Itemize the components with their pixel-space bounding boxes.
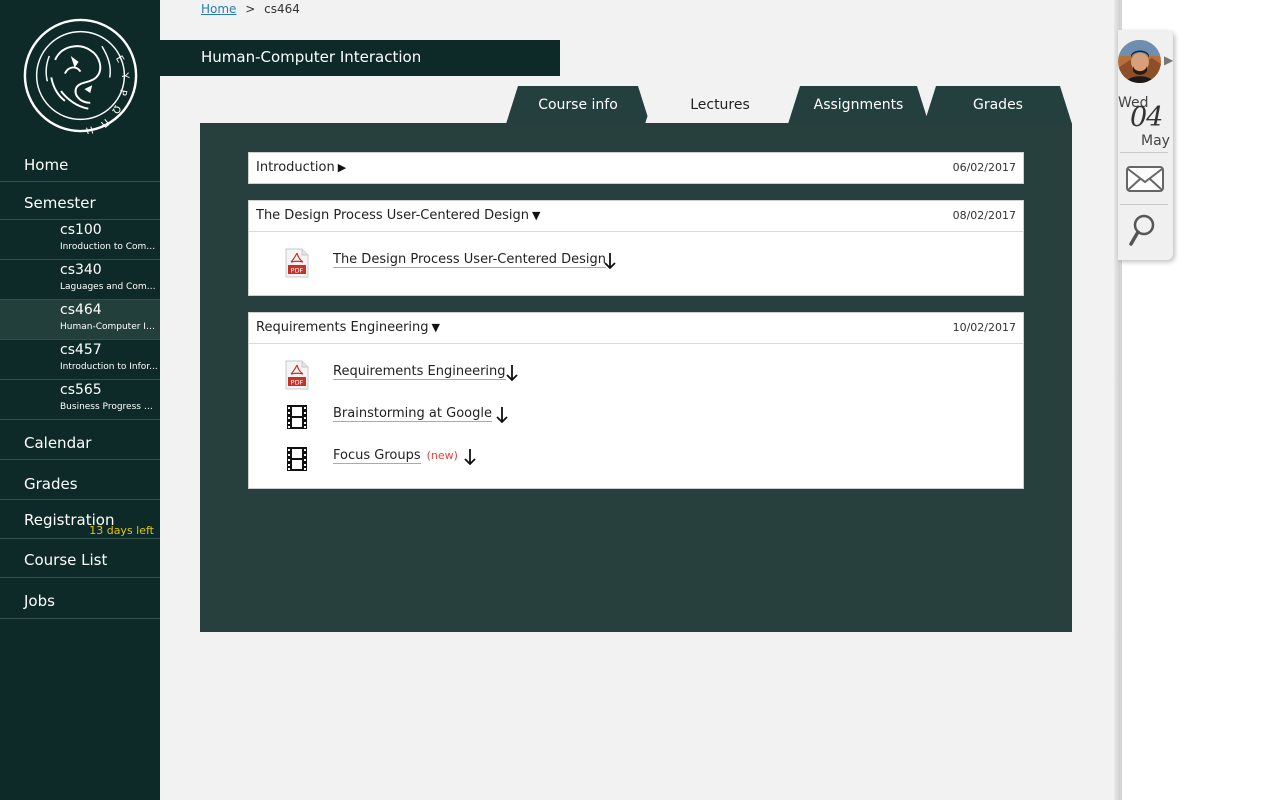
sidebar-course-cs340[interactable]: cs340 Laguages and Compi... [0,260,160,300]
course-code: cs340 [60,262,102,278]
tab-label: Grades [973,97,1023,113]
nav-course-list-label: Course List [24,551,108,569]
pdf-icon: PDF [285,248,309,278]
sidebar: E Y P Ω Π H Home Semester cs100 Inroduct… [0,0,160,800]
tab-lectures[interactable]: Lectures [645,86,795,124]
pdf-icon: PDF [285,360,309,390]
course-name: Inroduction to Comp... [60,242,158,252]
university-logo[interactable]: E Y P Ω Π H [22,17,139,134]
tab-label: Course info [538,97,618,113]
file-row: PDF The Design Process User-Centered Des… [249,242,1023,284]
course-title: Human-Computer Interaction [201,48,422,66]
nav-calendar[interactable]: Calendar [0,420,160,460]
main-content: Home > cs464 Human-Computer Interaction … [160,0,1120,800]
breadcrumb: Home > cs464 [201,2,300,16]
lecture-title: The Design Process User-Centered Design ▼ [256,208,541,223]
course-name: Business Progress M... [60,402,158,412]
tab-assignments[interactable]: Assignments [788,86,929,124]
file-link[interactable]: Focus Groups [333,448,421,464]
expand-arrow-icon: ▶ [337,161,347,174]
lecture-section: Introduction ▶ 06/02/2017 [248,152,1024,184]
nav-home[interactable]: Home [0,146,160,182]
svg-text:Ω: Ω [109,103,123,115]
tab-label: Lectures [690,97,750,113]
sidebar-course-cs464[interactable]: cs464 Human-Computer In... [0,300,160,340]
lecture-date: 10/02/2017 [952,321,1016,334]
download-icon[interactable] [463,447,477,467]
breadcrumb-separator: > [245,2,256,16]
sidebar-course-cs565[interactable]: cs565 Business Progress M... [0,380,160,420]
download-icon[interactable] [495,405,509,425]
course-title-bar: Human-Computer Interaction [160,40,560,76]
date-month: May [1141,133,1170,149]
tab-grades[interactable]: Grades [924,86,1072,124]
sidebar-course-cs457[interactable]: cs457 Introduction to Infor... [0,340,160,380]
nav-home-label: Home [24,156,69,174]
nav-registration[interactable]: Registration 13 days left [0,500,160,539]
user-widget: ▶ Wed 04 May [1118,30,1173,260]
download-icon[interactable] [603,251,617,271]
widget-divider [1120,204,1168,205]
widget-divider [1120,152,1168,153]
file-link[interactable]: Brainstorming at Google [333,406,492,422]
svg-text:E: E [113,54,126,65]
course-code: cs565 [60,382,102,398]
file-link[interactable]: The Design Process User-Centered Design [333,252,606,268]
course-name: Introduction to Infor... [60,362,158,372]
mail-icon[interactable] [1125,164,1165,194]
tab-course-info[interactable]: Course info [506,86,650,124]
file-link-wrapper[interactable]: Focus Groups (new) [333,448,458,464]
new-badge: (new) [426,449,458,462]
lecture-section-header[interactable]: The Design Process User-Centered Design ▼… [249,201,1023,232]
nav-jobs[interactable]: Jobs [0,578,160,619]
lecture-date: 06/02/2017 [952,161,1016,174]
nav-semester[interactable]: Semester [0,182,160,220]
breadcrumb-home-link[interactable]: Home [201,2,236,16]
nav-course-list[interactable]: Course List [0,539,160,578]
breadcrumb-current: cs464 [264,2,300,16]
nav-grades-label: Grades [24,475,78,493]
nav-jobs-label: Jobs [24,592,55,610]
svg-text:P: P [116,89,128,97]
file-link[interactable]: Requirements Engineering [333,364,506,380]
sidebar-course-cs100[interactable]: cs100 Inroduction to Comp... [0,220,160,260]
lecture-section-header[interactable]: Introduction ▶ 06/02/2017 [249,153,1023,183]
collapse-arrow-icon: ▼ [431,321,440,334]
date-day: 04 [1130,102,1163,133]
svg-text:Y: Y [118,71,130,80]
file-row: Brainstorming at Google [249,396,1023,438]
lecture-title: Introduction ▶ [256,160,347,175]
lecture-date: 08/02/2017 [952,209,1016,222]
lectures-panel: Introduction ▶ 06/02/2017 The Design Proc… [200,123,1072,632]
svg-text:PDF: PDF [291,267,304,275]
search-icon[interactable] [1128,213,1158,247]
registration-deadline-note: 13 days left [89,524,154,537]
course-code: cs100 [60,222,102,238]
nav-calendar-label: Calendar [24,434,92,452]
nav-semester-label: Semester [24,194,96,212]
course-code: cs464 [60,302,102,318]
lecture-section: The Design Process User-Centered Design ▼… [248,200,1024,296]
collapse-arrow-icon: ▼ [532,209,541,222]
avatar-caret-icon[interactable]: ▶ [1164,53,1173,67]
svg-text:PDF: PDF [291,379,304,387]
tab-label: Assignments [813,97,904,113]
svg-text:H: H [84,123,94,134]
file-row: Focus Groups (new) [249,438,1023,480]
nav-grades[interactable]: Grades [0,460,160,500]
video-icon [287,405,307,429]
lecture-title: Requirements Engineering ▼ [256,320,440,335]
course-name: Laguages and Compi... [60,282,158,292]
avatar[interactable] [1118,40,1161,83]
course-code: cs457 [60,342,102,358]
course-name: Human-Computer In... [60,322,158,332]
lecture-section-header[interactable]: Requirements Engineering ▼ 10/02/2017 [249,313,1023,344]
video-icon [287,447,307,471]
file-row: PDF Requirements Engineering [249,354,1023,396]
lecture-section: Requirements Engineering ▼ 10/02/2017 PDF… [248,312,1024,489]
download-icon[interactable] [505,363,519,383]
